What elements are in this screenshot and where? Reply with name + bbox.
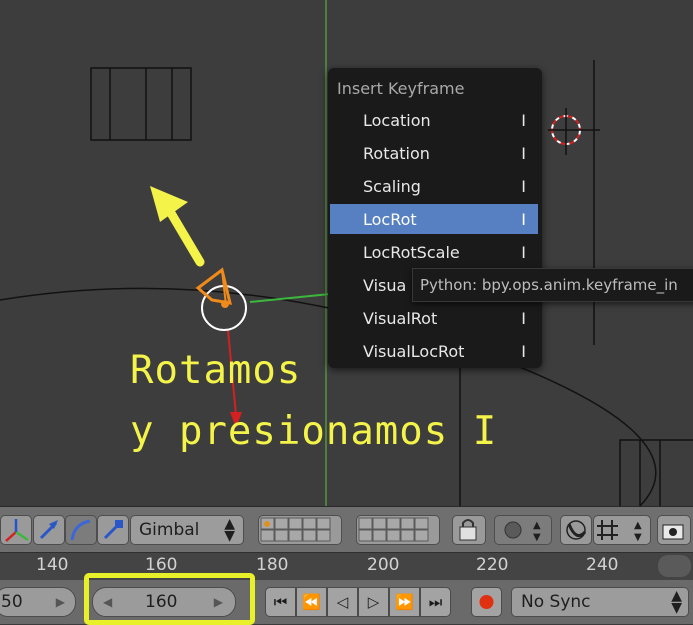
jump-prev-keyframe-button[interactable]: ⏪ [296,587,327,617]
menu-item-label: Scaling [363,177,421,196]
3d-cursor-icon [548,108,600,155]
play-reverse-icon: ◁ [336,593,349,611]
axis-manipulator-icon [5,519,29,542]
pivot-circle-icon: ▲ ▼ [504,520,541,543]
play-button[interactable]: ▷ [358,587,389,617]
timeline-tick: 240 [586,555,619,575]
menu-item-rotation[interactable]: Rotation I [330,138,538,168]
3d-viewport[interactable]: Rotamos y presionamos I Insert Keyframe … [0,0,693,506]
scale-manipulator-button[interactable] [97,515,129,545]
menu-item-hotkey: I [521,210,526,229]
menu-item-label: LocRotScale [363,243,460,262]
tooltip-text: Python: bpy.ops.anim.keyframe_in [420,276,678,294]
menu-item-visuallocrot[interactable]: VisualLocRot I [330,336,538,366]
transform-orientation-select[interactable]: Gimbal ▲ ▼ [130,515,244,545]
layers-grid-2[interactable] [356,515,440,545]
menu-item-hotkey: I [521,243,526,262]
layers-grid-1[interactable] [258,515,342,545]
up-down-arrows-icon: ▲ ▼ [671,588,682,616]
snap-element-select[interactable]: ▲ ▼ [593,515,651,545]
record-icon [479,595,494,609]
camera-icon [662,524,684,540]
menu-item-hotkey: I [521,111,526,130]
lock-icon [459,519,477,541]
layer-grid-icon [358,517,429,542]
rotate-manipulator-button[interactable] [65,515,97,545]
timeline-tick: 220 [476,555,509,575]
menu-item-hotkey: I [521,177,526,196]
menu-item-hotkey: I [521,309,526,328]
start-frame-field[interactable]: 50 ▶ [0,587,76,617]
rotate-arc-icon [70,519,91,541]
play-reverse-button[interactable]: ◁ [327,587,358,617]
menu-item-label: VisualLocRot [363,342,465,361]
menu-item-location[interactable]: Location I [330,105,538,135]
viewport-header-toolbar: Gimbal ▲ ▼ ▲ ▼ ▲ ▼ [0,506,693,553]
menu-item-hotkey: I [521,144,526,163]
lock-layers-button[interactable] [452,515,486,545]
translate-manipulator-button[interactable] [33,515,65,545]
annotation-line-2: y presionamos I [130,409,498,454]
pivot-point-select[interactable]: ▲ ▼ [494,515,552,545]
insert-keyframe-menu: Insert Keyframe Location I Rotation I Sc… [328,68,542,368]
svg-text:▼: ▼ [634,532,642,543]
menu-item-scaling[interactable]: Scaling I [330,171,538,201]
menu-item-hotkey: I [521,342,526,361]
prev-keyframe-icon: ⏪ [302,593,321,611]
sync-mode-label: No Sync [521,592,591,612]
timeline-tick: 200 [367,555,400,575]
render-camera-button[interactable] [657,515,691,545]
magnet-icon [566,520,587,540]
jump-start-icon: ⏮ [273,593,288,611]
menu-item-locrot[interactable]: LocRot I [330,204,538,234]
jump-end-icon: ⏭ [428,593,443,611]
chevron-right-icon: ▶ [55,595,65,609]
layer-grid-icon [260,517,331,542]
highlight-annotation-box [84,573,255,625]
jump-end-button[interactable]: ⏭ [420,587,451,617]
scale-handle-icon [103,520,123,540]
annotation-line-1: Rotamos [130,348,302,393]
up-down-arrows-icon: ▲ ▼ [224,516,235,544]
menu-item-label: LocRot [363,210,417,229]
translate-arrow-icon [39,520,58,540]
timeline-scrollbar[interactable] [658,555,691,577]
menu-item-label: Visua [363,276,407,295]
jump-next-keyframe-button[interactable]: ⏩ [389,587,420,617]
play-icon: ▷ [367,593,380,611]
svg-text:▲: ▲ [634,520,642,531]
sync-mode-select[interactable]: No Sync ▲ ▼ [511,587,689,617]
auto-keying-button[interactable] [471,587,502,617]
proportional-edit-button[interactable] [560,515,592,545]
python-tooltip: Python: bpy.ops.anim.keyframe_in [412,268,693,302]
jump-start-button[interactable]: ⏮ [265,587,296,617]
annotation-arrow-icon [150,186,205,267]
svg-text:▼: ▼ [533,532,541,543]
timeline-tick: 180 [256,555,289,575]
manipulator-toggle-button[interactable] [0,515,32,545]
timeline-tick: 160 [145,555,178,575]
snap-grid-icon: ▲ ▼ [597,520,642,543]
menu-item-visualrot[interactable]: VisualRot I [330,303,538,333]
orientation-label: Gimbal [139,520,200,540]
start-frame-value: 50 [1,592,23,612]
lamp-object-icon [90,67,192,141]
next-keyframe-icon: ⏩ [395,593,414,611]
svg-text:▲: ▲ [533,520,541,531]
timeline-tick: 140 [36,555,69,575]
menu-item-label: VisualRot [363,309,438,328]
menu-item-label: Location [363,111,431,130]
menu-item-locrotscale[interactable]: LocRotScale I [330,237,538,267]
menu-title: Insert Keyframe [337,79,465,98]
menu-item-label: Rotation [363,144,430,163]
